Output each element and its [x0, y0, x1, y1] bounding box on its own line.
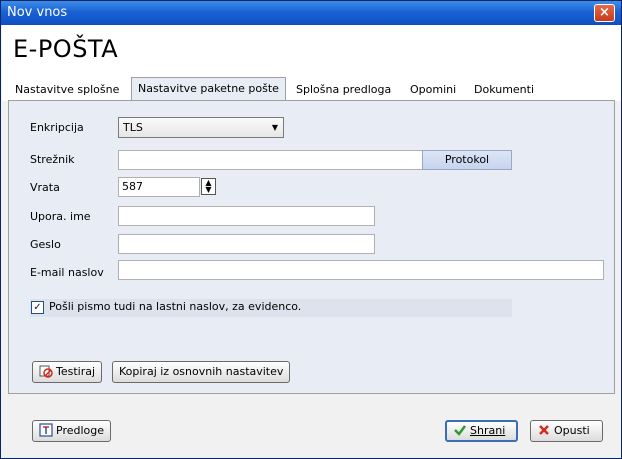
password-label: Geslo — [30, 238, 61, 251]
protocol-button[interactable]: Protokol — [422, 150, 512, 170]
password-input[interactable] — [118, 234, 375, 254]
encryption-value: TLS — [123, 121, 143, 134]
tab-bar: Nastavitve splošne Nastavitve paketne po… — [2, 75, 621, 101]
close-icon — [539, 425, 549, 435]
encryption-select[interactable]: TLS ▼ — [118, 117, 284, 138]
username-input[interactable] — [118, 206, 375, 226]
dialog-window: Nov vnos × E-POŠTA Nastavitve splošne Na… — [0, 0, 622, 459]
port-stepper[interactable]: ▲ ▼ — [201, 178, 216, 195]
port-label: Vrata — [30, 181, 60, 194]
email-input[interactable] — [118, 260, 604, 280]
cancel-button[interactable]: Opusti — [530, 420, 603, 442]
encryption-label: Enkripcija — [30, 121, 84, 134]
test-icon — [39, 365, 53, 378]
window-title: Nov vnos — [7, 5, 68, 20]
username-label: Upora. ime — [30, 210, 91, 223]
template-icon — [39, 423, 53, 437]
copy-from-basic-settings-button[interactable]: Kopiraj iz osnovnih nastavitev — [112, 361, 291, 383]
title-bar[interactable]: Nov vnos × — [1, 1, 621, 25]
chevron-down-icon: ▼ — [271, 123, 278, 132]
save-button[interactable]: Shrani — [445, 420, 518, 442]
page-header: E-POŠTA — [2, 25, 621, 75]
copy-button-label: Kopiraj iz osnovnih nastavitev — [119, 365, 284, 378]
templates-button[interactable]: Predloge — [32, 420, 112, 442]
templates-button-label: Predloge — [56, 424, 105, 437]
test-button-label: Testiraj — [56, 365, 96, 378]
checkmark-icon — [454, 425, 466, 436]
tab-reminders[interactable]: Opomini — [404, 81, 462, 101]
tab-general-settings[interactable]: Nastavitve splošne — [9, 81, 125, 101]
server-label: Strežnik — [30, 153, 75, 166]
test-button[interactable]: Testiraj — [32, 361, 103, 383]
tab-documents[interactable]: Dokumenti — [468, 81, 540, 101]
tab-bulk-mail-settings[interactable]: Nastavitve paketne pošte — [131, 77, 286, 101]
close-button[interactable]: × — [594, 4, 615, 22]
save-button-label: Shrani — [470, 424, 506, 437]
email-label: E-mail naslov — [30, 266, 104, 279]
send-copy-row[interactable]: ✓ Pošli pismo tudi na lastni naslov, za … — [30, 299, 512, 317]
send-copy-checkbox[interactable]: ✓ — [31, 301, 44, 314]
send-copy-label: Pošli pismo tudi na lastni naslov, za ev… — [49, 300, 302, 313]
tab-general-template[interactable]: Splošna predloga — [290, 81, 397, 101]
server-input[interactable] — [118, 150, 423, 170]
cancel-button-label: Opusti — [554, 424, 590, 437]
page-title: E-POŠTA — [13, 35, 119, 63]
spin-down-icon[interactable]: ▼ — [202, 186, 215, 194]
port-input[interactable]: 587 — [118, 177, 200, 197]
